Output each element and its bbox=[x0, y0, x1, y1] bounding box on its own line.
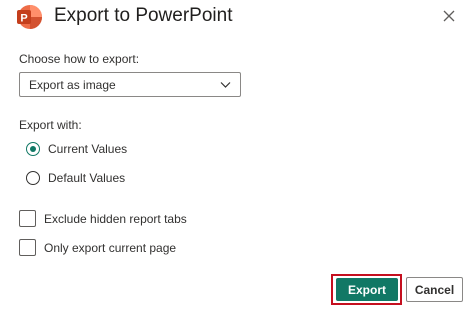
export-method-label: Choose how to export: bbox=[19, 52, 140, 66]
checkbox-label-exclude-hidden-tabs: Exclude hidden report tabs bbox=[44, 212, 187, 226]
radio-label-current-values: Current Values bbox=[48, 142, 128, 156]
powerpoint-icon: P bbox=[17, 5, 42, 29]
export-dialog: P Export to PowerPoint Choose how to exp… bbox=[0, 0, 474, 312]
close-icon[interactable] bbox=[440, 7, 458, 25]
chevron-down-icon bbox=[220, 82, 231, 88]
radio-label-default-values: Default Values bbox=[48, 171, 126, 185]
svg-text:P: P bbox=[20, 13, 27, 25]
export-button[interactable]: Export bbox=[336, 278, 398, 301]
checkbox[interactable] bbox=[19, 210, 36, 227]
export-with-label: Export with: bbox=[19, 118, 82, 132]
checkbox[interactable] bbox=[19, 239, 36, 256]
export-method-selected-value: Export as image bbox=[29, 78, 116, 92]
dialog-title: Export to PowerPoint bbox=[54, 5, 233, 26]
radio-button-checked[interactable] bbox=[26, 142, 40, 156]
cancel-button[interactable]: Cancel bbox=[406, 277, 463, 302]
radio-button[interactable] bbox=[26, 171, 40, 185]
checkbox-label-only-current-page: Only export current page bbox=[44, 241, 177, 255]
export-method-dropdown[interactable]: Export as image bbox=[19, 72, 241, 97]
